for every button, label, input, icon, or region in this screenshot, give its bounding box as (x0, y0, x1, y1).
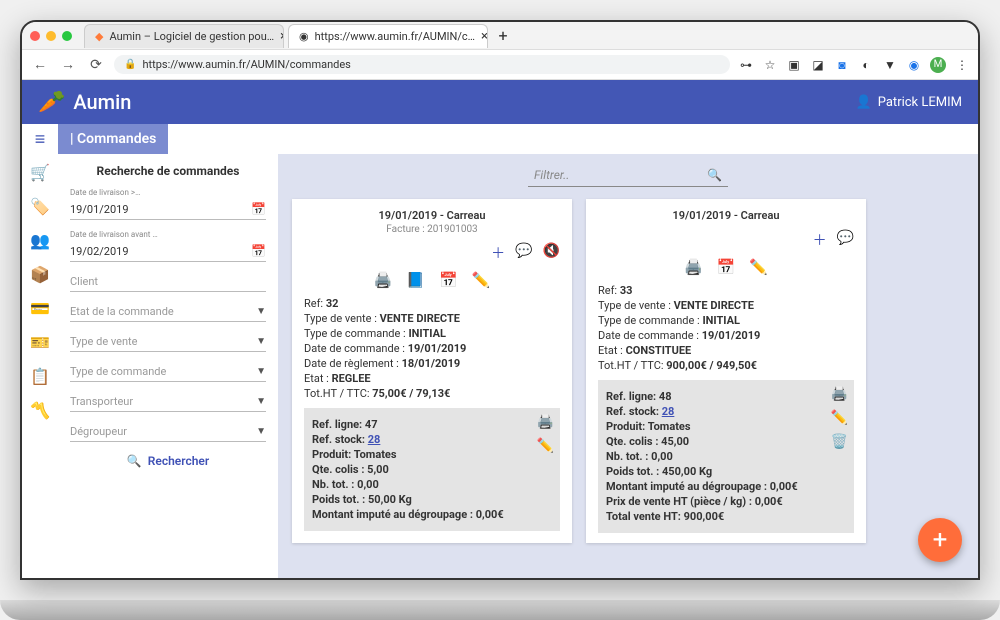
menu-icon[interactable]: ⋮ (954, 57, 970, 73)
chevron-down-icon: ▼ (256, 366, 266, 377)
calendar-icon[interactable]: 📅 (717, 258, 736, 276)
degroupeur-select[interactable]: Dégroupeur ▼ (70, 422, 266, 442)
transporteur-select[interactable]: Transporteur ▼ (70, 392, 266, 412)
reload-button[interactable]: ⟳ (86, 55, 106, 75)
stock-link[interactable]: 28 (368, 433, 381, 446)
key-icon[interactable]: ⊶ (738, 57, 754, 73)
browser-tab-0[interactable]: ◆ Aumin – Logiciel de gestion pou… × (84, 24, 284, 48)
chevron-down-icon: ▼ (256, 396, 266, 407)
etat-select[interactable]: Etat de la commande ▼ (70, 302, 266, 322)
book-icon[interactable]: 📘 (406, 271, 425, 289)
fab-add-button[interactable]: + (918, 518, 962, 562)
order-card: 19/01/2019 - Carreau Facture : 201901003… (292, 199, 572, 543)
forward-button[interactable]: → (58, 55, 78, 75)
tab-title: https://www.aumin.fr/AUMIN/c… (315, 30, 475, 43)
edit-icon[interactable]: ✏️ (472, 271, 491, 289)
sidebar-nav: 🛒 🏷️ 👥 📦 💳 🎫 📋 〽️ (22, 154, 58, 578)
brand-name: Aumin (73, 90, 131, 114)
search-button[interactable]: 🔍 Rechercher (70, 454, 266, 468)
date-to-input[interactable]: 19/02/2019 📅 (70, 241, 266, 262)
search-icon: 🔍 (707, 168, 722, 182)
ext-icon[interactable]: ◙ (834, 57, 850, 73)
order-line: 🖨️ ✏️ 🗑️ Ref. ligne: 48 Ref. stock: 28 P… (598, 380, 854, 533)
print-icon[interactable]: 🖨️ (684, 258, 703, 276)
page-title-bar: | Commandes (58, 124, 168, 154)
browser-tab-bar: ◆ Aumin – Logiciel de gestion pou… × ◉ h… (22, 22, 978, 50)
filter-input[interactable]: Filtrer.. 🔍 (528, 164, 728, 187)
new-tab-button[interactable]: + (492, 25, 514, 47)
mute-icon[interactable]: 🔇 (543, 243, 560, 263)
main-content: Filtrer.. 🔍 19/01/2019 - Carreau Facture… (278, 154, 978, 578)
sidebar-item-products[interactable]: 📦 (30, 264, 50, 284)
sidebar-item-clients[interactable]: 👥 (30, 230, 50, 250)
print-icon[interactable]: 🖨️ (831, 386, 848, 402)
delete-icon[interactable]: 🗑️ (831, 434, 848, 450)
order-line: 🖨️ ✏️ Ref. ligne: 47 Ref. stock: 28 Prod… (304, 408, 560, 531)
close-icon[interactable]: × (481, 29, 488, 44)
search-heading: Recherche de commandes (70, 164, 266, 178)
calendar-icon[interactable]: 📅 (251, 202, 266, 216)
avatar-icon[interactable]: M (930, 57, 946, 73)
window-close[interactable] (30, 31, 40, 41)
client-input[interactable]: Client (70, 272, 266, 292)
order-card: 19/01/2019 - Carreau ＋ 💬 🖨️ 📅 ✏️ Ref: 33… (586, 199, 866, 543)
back-button[interactable]: ← (30, 55, 50, 75)
user-icon: 👤 (856, 95, 872, 110)
search-icon: 🔍 (127, 454, 142, 468)
card-title: 19/01/2019 - Carreau (598, 209, 854, 222)
sidebar-item-payments[interactable]: 💳 (30, 298, 50, 318)
url-input[interactable]: 🔒 https://www.aumin.fr/AUMIN/commandes (114, 55, 730, 74)
ext-icon[interactable]: ◐ (858, 57, 874, 73)
edit-icon[interactable]: ✏️ (749, 258, 768, 276)
card-title: 19/01/2019 - Carreau (304, 209, 560, 222)
print-icon[interactable]: 🖨️ (374, 271, 393, 289)
chevron-down-icon: ▼ (256, 426, 266, 437)
sidebar-item-tickets[interactable]: 🎫 (30, 332, 50, 352)
extension-icons: ⊶ ☆ ▣ ◪ ◙ ◐ ▼ ◉ M ⋮ (738, 57, 970, 73)
search-panel: Recherche de commandes Date de livraison… (58, 154, 278, 578)
field-label: Date de livraison avant … (70, 230, 266, 239)
type-vente-select[interactable]: Type de vente ▼ (70, 332, 266, 352)
hamburger-menu[interactable]: ≡ (22, 124, 58, 154)
url-text: https://www.aumin.fr/AUMIN/commandes (142, 58, 350, 71)
stock-link[interactable]: 28 (662, 405, 675, 418)
add-icon[interactable]: ＋ (491, 243, 505, 263)
sidebar-item-stats[interactable]: 〽️ (30, 400, 50, 420)
field-label: Date de livraison >… (70, 188, 266, 197)
edit-icon[interactable]: ✏️ (537, 438, 554, 454)
cast-icon[interactable]: ▣ (786, 57, 802, 73)
window-minimize[interactable] (46, 31, 56, 41)
brand[interactable]: 🥕 Aumin (38, 90, 131, 115)
user-menu[interactable]: 👤 Patrick LEMIM (856, 95, 962, 110)
app-topbar: 🥕 Aumin 👤 Patrick LEMIM (22, 80, 978, 124)
window-maximize[interactable] (62, 31, 72, 41)
chevron-down-icon: ▼ (256, 306, 266, 317)
add-icon[interactable]: ＋ (813, 230, 827, 250)
lock-icon: 🔒 (124, 59, 136, 70)
sidebar-item-tags[interactable]: 🏷️ (30, 196, 50, 216)
star-icon[interactable]: ☆ (762, 57, 778, 73)
comment-icon[interactable]: 💬 (515, 243, 532, 263)
card-invoice: Facture : 201901003 (304, 224, 560, 235)
browser-address-bar: ← → ⟳ 🔒 https://www.aumin.fr/AUMIN/comma… (22, 50, 978, 80)
type-commande-select[interactable]: Type de commande ▼ (70, 362, 266, 382)
tab-title: Aumin – Logiciel de gestion pou… (109, 30, 274, 43)
ext-icon[interactable]: ▼ (882, 57, 898, 73)
ext-icon[interactable]: ◪ (810, 57, 826, 73)
page-title: | Commandes (70, 131, 156, 147)
calendar-icon[interactable]: 📅 (439, 271, 458, 289)
brand-icon: 🥕 (38, 90, 65, 115)
edit-icon[interactable]: ✏️ (831, 410, 848, 426)
sidebar-item-clipboard[interactable]: 📋 (30, 366, 50, 386)
chevron-down-icon: ▼ (256, 336, 266, 347)
date-from-input[interactable]: 19/01/2019 📅 (70, 199, 266, 220)
comment-icon[interactable]: 💬 (837, 230, 854, 250)
close-icon[interactable]: × (280, 29, 284, 44)
ext-icon[interactable]: ◉ (906, 57, 922, 73)
calendar-icon[interactable]: 📅 (251, 244, 266, 258)
print-icon[interactable]: 🖨️ (537, 414, 554, 430)
user-name: Patrick LEMIM (878, 95, 962, 110)
browser-tab-1[interactable]: ◉ https://www.aumin.fr/AUMIN/c… × (288, 24, 488, 48)
sidebar-item-orders[interactable]: 🛒 (30, 162, 50, 182)
